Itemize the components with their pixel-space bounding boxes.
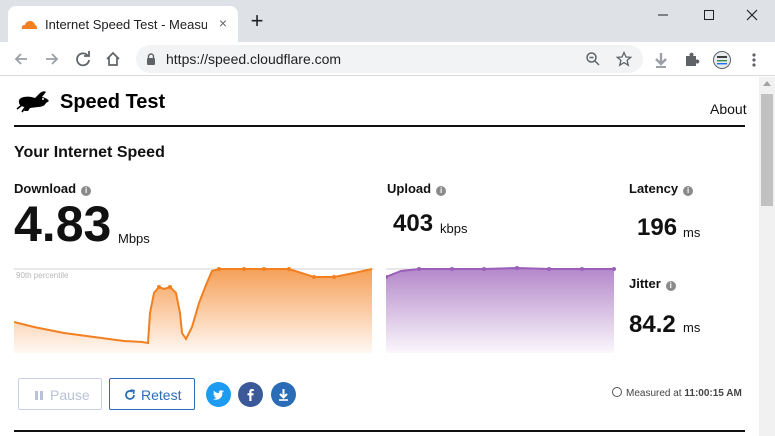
jitter-label: Jitter i [629,276,676,291]
upload-label-text: Upload [387,181,432,196]
zoom-icon[interactable] [585,51,601,67]
upload-point [515,266,519,270]
upload-value: 403 [393,210,434,237]
tab-close-icon[interactable]: × [215,15,231,31]
speed-test-page: Speed Test About Your Internet Speed Dow… [0,77,759,436]
download-point [312,275,316,279]
profile-avatar-icon[interactable] [713,51,731,69]
twitter-share-button[interactable] [206,382,231,407]
back-icon[interactable] [12,50,30,68]
rabbit-logo-icon[interactable] [16,89,52,113]
measured-prefix: Measured at [626,388,682,399]
download-point [287,267,291,271]
download-point [242,267,246,271]
browser-menu-icon[interactable] [745,51,763,69]
upload-point [580,267,584,271]
upload-label: Upload i [387,181,447,196]
site-title[interactable]: Speed Test [60,91,165,114]
about-link[interactable]: About [710,101,747,117]
pause-icon [35,391,43,400]
download-label-text: Download [14,181,77,196]
download-point [262,267,266,271]
download-info-icon[interactable]: i [81,186,92,196]
jitter-label-text: Jitter [629,276,661,291]
facebook-share-button[interactable] [238,382,263,407]
upload-point [482,267,486,271]
cloudflare-favicon-icon [21,21,37,29]
jitter-unit: ms [683,320,701,335]
upload-info-icon[interactable]: i [436,186,447,196]
measured-time: 11:00:15 AM [684,388,742,399]
upload-unit: kbps [440,221,468,236]
jitter-info-icon[interactable]: i [665,281,676,291]
browser-toolbar: https://speed.cloudflare.com [0,42,775,76]
download-label: Download i [14,181,92,196]
retest-icon [125,389,135,400]
download-point [217,267,221,271]
percentile-label: 90th percentile [16,271,69,280]
download-point [168,285,172,289]
new-tab-button[interactable]: + [248,10,266,32]
download-value: 4.83 [14,196,112,252]
upload-point [547,267,551,271]
download-unit: Mbps [118,231,150,246]
clock-icon [612,387,622,397]
upload-point [450,267,454,271]
section-title: Your Internet Speed [14,144,165,161]
download-extension-icon[interactable] [652,51,670,69]
latency-value: 196 [637,214,678,241]
forward-icon[interactable] [43,50,61,68]
browser-tab[interactable]: Internet Speed Test - Measure × [8,6,238,42]
close-window-icon[interactable] [742,6,762,24]
download-area [14,269,372,353]
footer-divider [14,430,745,432]
facebook-icon [247,389,254,401]
upload-area [386,268,614,353]
download-results-icon [279,389,288,401]
reload-icon[interactable] [74,50,92,68]
bookmark-star-icon[interactable] [616,51,632,67]
latency-label-text: Latency [629,181,679,196]
retest-button-label: Retest [141,387,182,403]
pause-button[interactable]: Pause [18,378,102,410]
upload-point [612,267,616,271]
download-point [332,275,336,279]
scroll-thumb[interactable] [761,94,773,206]
home-icon[interactable] [104,50,122,68]
download-results-button[interactable] [271,382,296,407]
extensions-puzzle-icon[interactable] [683,51,701,69]
scroll-up-arrow-icon[interactable] [763,81,771,86]
address-bar[interactable]: https://speed.cloudflare.com [136,45,643,73]
upload-chart [386,266,616,353]
minimize-icon[interactable] [653,6,673,24]
page-scrollbar[interactable] [759,77,775,436]
twitter-icon [213,390,224,400]
maximize-icon[interactable] [699,6,719,24]
jitter-value: 84.2 [629,311,676,338]
browser-tab-strip: Internet Speed Test - Measure × + [0,0,775,42]
latency-label: Latency i [629,181,694,196]
header-divider [14,125,745,127]
latency-info-icon[interactable]: i [683,186,694,196]
url-text[interactable]: https://speed.cloudflare.com [166,51,341,67]
tab-title: Internet Speed Test - Measure [45,17,207,32]
latency-unit: ms [683,225,701,240]
pause-button-label: Pause [50,387,90,403]
retest-button[interactable]: Retest [109,378,195,410]
download-point [157,285,161,289]
measured-at-text: Measured at 11:00:15 AM [612,387,742,399]
upload-point [417,267,421,271]
lock-icon[interactable] [146,53,156,65]
